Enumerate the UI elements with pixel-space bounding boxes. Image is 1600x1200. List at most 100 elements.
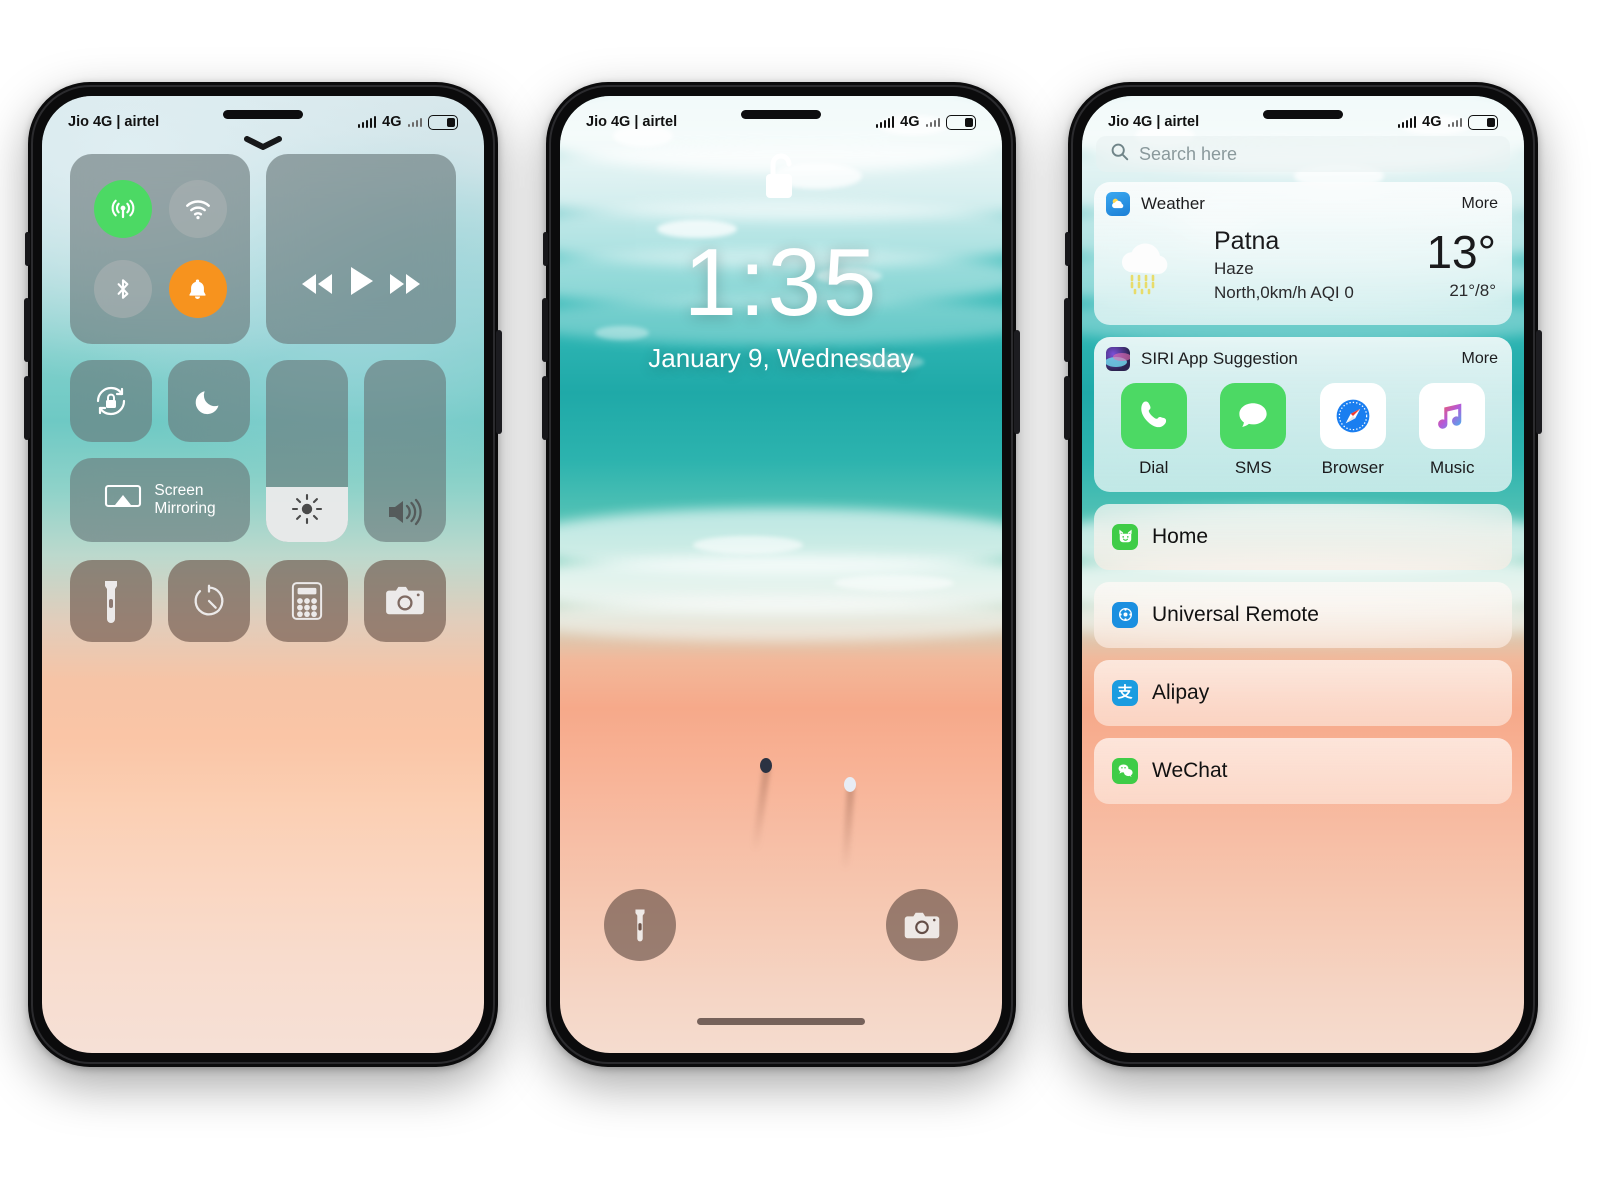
volume-slider[interactable] xyxy=(364,360,446,542)
mute-switch[interactable] xyxy=(25,232,30,266)
volume-down-button[interactable] xyxy=(24,376,30,440)
media-controls-tile xyxy=(266,154,456,344)
volume-icon xyxy=(364,496,446,528)
volume-up-button[interactable] xyxy=(542,298,548,362)
rotation-lock-icon[interactable] xyxy=(70,360,152,442)
weather-more-link[interactable]: More xyxy=(1462,195,1498,213)
phone-icon xyxy=(1120,382,1187,449)
weather-wind-aqi: North,0km/h AQI 0 xyxy=(1214,283,1354,303)
screen-lock: Jio 4G | airtel 4G 1:35 January 9, Wedne… xyxy=(560,96,1002,1053)
list-item-home[interactable]: Home xyxy=(1094,503,1512,570)
mirror-line-1: Screen xyxy=(154,482,204,500)
brightness-sun-icon xyxy=(266,490,348,528)
play-icon[interactable] xyxy=(347,265,375,302)
power-button[interactable] xyxy=(1014,330,1020,434)
list-item-wechat[interactable]: WeChat xyxy=(1094,737,1512,804)
second-sim-signal-icon xyxy=(925,117,940,127)
volume-up-button[interactable] xyxy=(1064,298,1070,362)
bluetooth-icon[interactable] xyxy=(93,260,152,318)
wechat-icon xyxy=(1112,757,1138,784)
siri-suggestion-card[interactable]: SIRI App Suggestion More Dial SMS Browse… xyxy=(1094,336,1512,492)
search-input[interactable]: Search here xyxy=(1096,136,1510,172)
volume-up-button[interactable] xyxy=(24,298,30,362)
wifi-icon[interactable] xyxy=(168,180,227,238)
siri-card-header: SIRI App Suggestion More xyxy=(1094,337,1512,377)
weather-temperature-block: 13° 21°/8° xyxy=(1426,229,1496,301)
screen-control-center: Jio 4G | airtel 4G Screen Mirroring xyxy=(42,96,484,1053)
siri-more-link[interactable]: More xyxy=(1462,350,1498,368)
phone-device-control-center: Jio 4G | airtel 4G Screen Mirroring xyxy=(24,82,502,1067)
unlocked-padlock-icon[interactable] xyxy=(758,148,804,211)
calculator-icon[interactable] xyxy=(266,560,348,642)
camera-icon[interactable] xyxy=(886,889,958,961)
widgets-sheet: Search here Weather More Patna Haze Nort… xyxy=(1082,96,1524,1053)
home-indicator-bar[interactable] xyxy=(697,1018,865,1025)
battery-icon xyxy=(1468,114,1498,130)
lock-screen-content: 1:35 January 9, Wednesday xyxy=(560,96,1002,1053)
list-item-universal-remote[interactable]: Universal Remote xyxy=(1094,581,1512,648)
list-item-label: WeChat xyxy=(1152,758,1228,782)
siri-icon xyxy=(1106,346,1130,371)
music-note-icon xyxy=(1419,382,1486,449)
power-button[interactable] xyxy=(1536,330,1542,434)
flashlight-icon[interactable] xyxy=(70,560,152,642)
volume-down-button[interactable] xyxy=(542,376,548,440)
search-placeholder: Search here xyxy=(1139,143,1238,164)
weather-app-icon xyxy=(1106,192,1130,216)
airplay-icon xyxy=(104,483,142,518)
bell-icon[interactable] xyxy=(168,260,227,318)
list-item-label: Universal Remote xyxy=(1152,602,1319,626)
lock-date: January 9, Wednesday xyxy=(648,343,914,373)
search-icon xyxy=(1110,142,1129,166)
timer-icon[interactable] xyxy=(168,560,250,642)
alipay-icon: 支 xyxy=(1112,679,1138,706)
flashlight-icon[interactable] xyxy=(604,889,676,961)
safari-compass-icon xyxy=(1319,382,1386,449)
weather-card-body: Patna Haze North,0km/h AQI 0 13° 21°/8° xyxy=(1094,222,1512,325)
screen-mirroring-label: Screen Mirroring xyxy=(154,482,215,518)
chevron-down-icon[interactable] xyxy=(243,136,283,150)
weather-details: Patna Haze North,0km/h AQI 0 xyxy=(1208,226,1416,305)
mute-switch[interactable] xyxy=(543,232,548,266)
home-cat-icon xyxy=(1112,523,1138,550)
cellular-signal-icon[interactable] xyxy=(93,180,152,238)
carrier-label: Jio 4G | airtel xyxy=(1108,114,1200,130)
earpiece-speaker-icon xyxy=(223,110,303,119)
remote-icon xyxy=(1112,601,1138,628)
siri-app-sms[interactable]: SMS xyxy=(1211,382,1295,478)
weather-card-header: Weather More xyxy=(1094,182,1512,222)
mute-switch[interactable] xyxy=(1065,232,1070,266)
second-sim-signal-icon xyxy=(1447,117,1462,127)
siri-app-browser[interactable]: Browser xyxy=(1311,382,1395,478)
volume-down-button[interactable] xyxy=(1064,376,1070,440)
power-button[interactable] xyxy=(496,330,502,434)
message-icon xyxy=(1220,382,1287,449)
signal-bars-icon xyxy=(875,116,895,128)
lock-time: 1:35 xyxy=(683,229,879,336)
phone-device-widgets: Jio 4G | airtel 4G Search here Weather M… xyxy=(1064,82,1542,1067)
network-type-label: 4G xyxy=(1422,114,1442,130)
second-sim-signal-icon xyxy=(407,117,422,127)
haze-cloud-drizzle-icon xyxy=(1108,230,1198,300)
weather-widget-card[interactable]: Weather More Patna Haze North,0km/h AQI … xyxy=(1094,182,1512,325)
fast-forward-icon[interactable] xyxy=(385,271,425,302)
siri-app-label: SMS xyxy=(1234,457,1272,477)
earpiece-speaker-icon xyxy=(741,110,821,119)
battery-icon xyxy=(428,114,458,130)
network-type-label: 4G xyxy=(900,114,920,130)
screen-mirroring-button[interactable]: Screen Mirroring xyxy=(70,458,250,542)
siri-app-dial[interactable]: Dial xyxy=(1112,382,1196,478)
list-item-alipay[interactable]: 支 Alipay xyxy=(1094,659,1512,726)
brightness-slider[interactable] xyxy=(266,360,348,542)
camera-icon[interactable] xyxy=(364,560,446,642)
network-type-label: 4G xyxy=(382,114,402,130)
moon-icon[interactable] xyxy=(168,360,250,442)
siri-app-music[interactable]: Music xyxy=(1410,382,1494,478)
phone-device-lock-screen: Jio 4G | airtel 4G 1:35 January 9, Wedne… xyxy=(542,82,1020,1067)
siri-app-label: Dial xyxy=(1139,457,1169,477)
earpiece-speaker-icon xyxy=(1263,110,1343,119)
control-center-panel: Screen Mirroring xyxy=(42,96,484,1053)
siri-card-title: SIRI App Suggestion xyxy=(1141,348,1298,368)
carrier-label: Jio 4G | airtel xyxy=(586,114,678,130)
rewind-icon[interactable] xyxy=(297,271,337,302)
